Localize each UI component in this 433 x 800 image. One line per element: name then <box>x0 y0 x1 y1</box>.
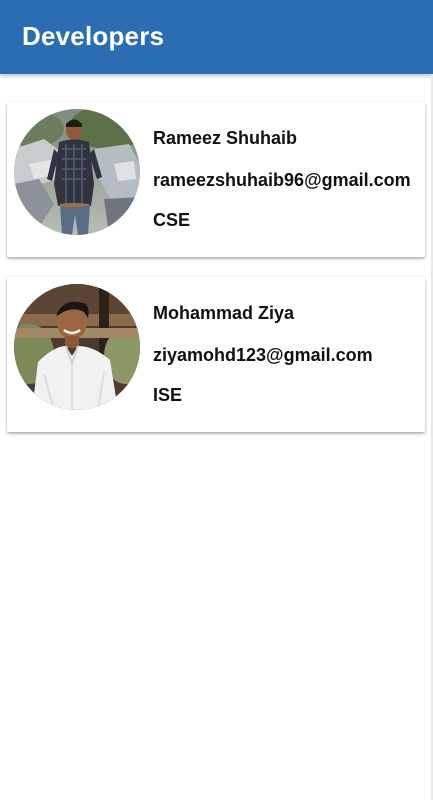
app-bar: Developers <box>0 0 433 74</box>
developer-name: Mohammad Ziya <box>153 303 295 323</box>
developer-name: Rameez Shuhaib <box>153 128 298 148</box>
avatar-photo-icon <box>14 109 140 235</box>
app-screen: Developers Rameez Shuhaib rameezshuhaib9… <box>0 0 433 800</box>
developer-department: ISE <box>153 385 183 405</box>
avatar-photo-icon <box>14 284 140 410</box>
avatar <box>14 109 140 235</box>
developer-email[interactable]: rameezshuhaib96@gmail.com <box>153 170 411 191</box>
avatar <box>14 284 140 410</box>
page-title: Developers <box>22 21 165 51</box>
developer-card[interactable]: Mohammad Ziya ziyamohd123@gmail.com ISE <box>7 277 425 432</box>
developer-department: CSE <box>153 210 191 230</box>
developer-card[interactable]: Rameez Shuhaib rameezshuhaib96@gmail.com… <box>7 102 425 257</box>
developer-email[interactable]: ziyamohd123@gmail.com <box>153 345 373 366</box>
